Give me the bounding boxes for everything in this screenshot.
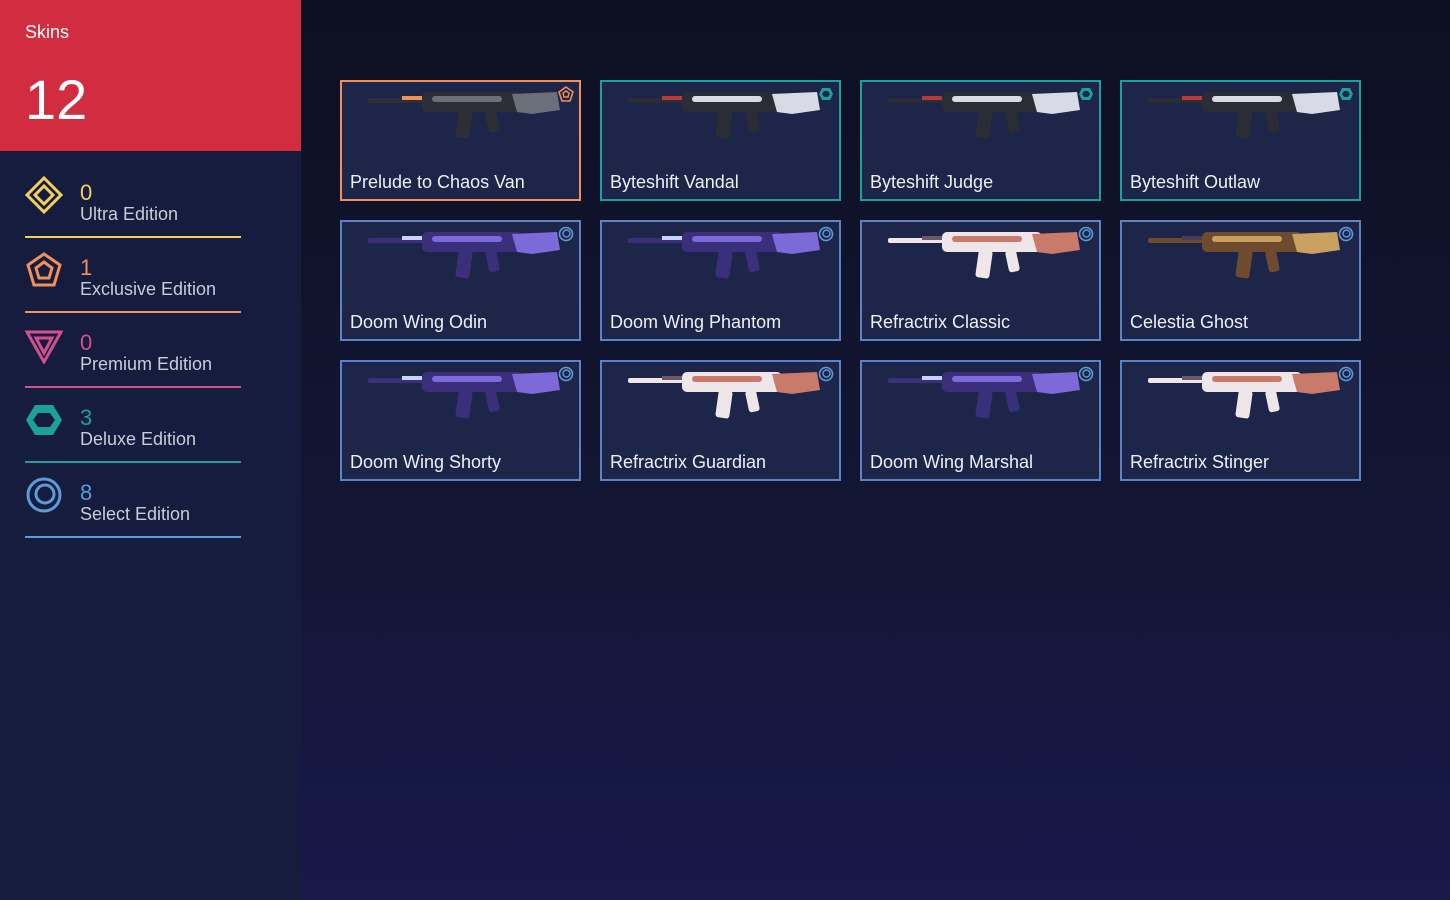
sidebar: Skins 12 0 Ultra Edition 1 Exclusive Edi… xyxy=(0,0,301,900)
skin-name: Refractrix Guardian xyxy=(610,452,767,472)
skin-name: Doom Wing Phantom xyxy=(610,312,782,332)
tier-ultra[interactable]: 0 Ultra Edition xyxy=(25,170,241,238)
skin-card[interactable]: Byteshift Judge xyxy=(860,80,1101,201)
skin-grid: Prelude to Chaos Van Byteshift Vandal Byte… xyxy=(340,80,1361,481)
skins-count: 12 xyxy=(25,68,88,131)
tier-divider xyxy=(25,461,241,463)
skin-card[interactable]: Refractrix Guardian xyxy=(600,360,841,481)
skin-card[interactable]: Celestia Ghost xyxy=(1120,220,1361,341)
tier-name: Ultra Edition xyxy=(80,204,179,224)
tier-name: Deluxe Edition xyxy=(80,429,197,449)
skin-name: Doom Wing Odin xyxy=(350,312,488,332)
tier-count: 0 xyxy=(80,330,93,355)
weapon-image xyxy=(888,232,1080,279)
skin-name: Celestia Ghost xyxy=(1130,312,1249,332)
skin-card[interactable]: Prelude to Chaos Van xyxy=(340,80,581,201)
tier-exclusive[interactable]: 1 Exclusive Edition xyxy=(25,245,241,313)
select-edition-icon xyxy=(818,226,834,242)
tier-name: Exclusive Edition xyxy=(80,279,217,299)
skin-card[interactable]: Byteshift Vandal xyxy=(600,80,841,201)
tier-count: 1 xyxy=(80,255,93,280)
weapon-image xyxy=(368,92,560,139)
weapon-image xyxy=(368,232,560,279)
weapon-image xyxy=(888,92,1080,139)
select-edition-icon xyxy=(818,366,834,382)
skin-card[interactable]: Refractrix Stinger xyxy=(1120,360,1361,481)
exclusive-edition-icon xyxy=(558,86,574,102)
weapon-image xyxy=(628,372,820,419)
ultra-edition-icon xyxy=(25,176,63,214)
select-edition-icon xyxy=(558,226,574,242)
weapon-image xyxy=(1148,232,1340,279)
weapon-image xyxy=(628,232,820,279)
select-edition-icon xyxy=(1078,226,1094,242)
skin-name: Refractrix Stinger xyxy=(1130,452,1270,472)
premium-edition-icon xyxy=(25,330,63,364)
tier-divider xyxy=(25,386,241,388)
tier-count: 8 xyxy=(80,480,93,505)
weapon-image xyxy=(368,372,560,419)
skin-card[interactable]: Doom Wing Marshal xyxy=(860,360,1101,481)
deluxe-edition-icon xyxy=(26,405,62,435)
skin-card[interactable]: Byteshift Outlaw xyxy=(1120,80,1361,201)
skin-name: Doom Wing Marshal xyxy=(870,452,1034,472)
skin-name: Doom Wing Shorty xyxy=(350,452,502,472)
weapon-image xyxy=(1148,372,1340,419)
tier-divider xyxy=(25,536,241,538)
skin-card[interactable]: Refractrix Classic xyxy=(860,220,1101,341)
weapon-image xyxy=(888,372,1080,419)
select-edition-icon xyxy=(1338,366,1354,382)
skin-card[interactable]: Doom Wing Odin xyxy=(340,220,581,341)
tier-divider xyxy=(25,236,241,238)
skin-name: Refractrix Classic xyxy=(870,312,1011,332)
tier-premium[interactable]: 0 Premium Edition xyxy=(25,320,241,388)
tier-count: 3 xyxy=(80,405,93,430)
skins-label: Skins xyxy=(25,22,70,42)
exclusive-edition-icon xyxy=(26,252,62,287)
skin-name: Byteshift Judge xyxy=(870,172,994,192)
tier-count: 0 xyxy=(80,180,93,205)
weapon-image xyxy=(1148,92,1340,139)
skin-name: Prelude to Chaos Van xyxy=(350,172,525,192)
tier-name: Premium Edition xyxy=(80,354,213,374)
tier-name: Select Edition xyxy=(80,504,191,524)
weapon-image xyxy=(628,92,820,139)
skin-name: Byteshift Outlaw xyxy=(1130,172,1261,192)
select-edition-icon xyxy=(1078,366,1094,382)
tier-deluxe[interactable]: 3 Deluxe Edition xyxy=(25,395,241,463)
deluxe-edition-icon xyxy=(1079,88,1093,100)
deluxe-edition-icon xyxy=(819,88,833,100)
tier-divider xyxy=(25,311,241,313)
select-edition-icon xyxy=(26,477,62,513)
skin-card[interactable]: Doom Wing Phantom xyxy=(600,220,841,341)
skin-card[interactable]: Doom Wing Shorty xyxy=(340,360,581,481)
deluxe-edition-icon xyxy=(1339,88,1353,100)
skin-name: Byteshift Vandal xyxy=(610,172,739,192)
select-edition-icon xyxy=(558,366,574,382)
select-edition-icon xyxy=(1338,226,1354,242)
skins-summary: Skins 12 xyxy=(0,0,301,151)
tier-select[interactable]: 8 Select Edition xyxy=(25,470,241,538)
